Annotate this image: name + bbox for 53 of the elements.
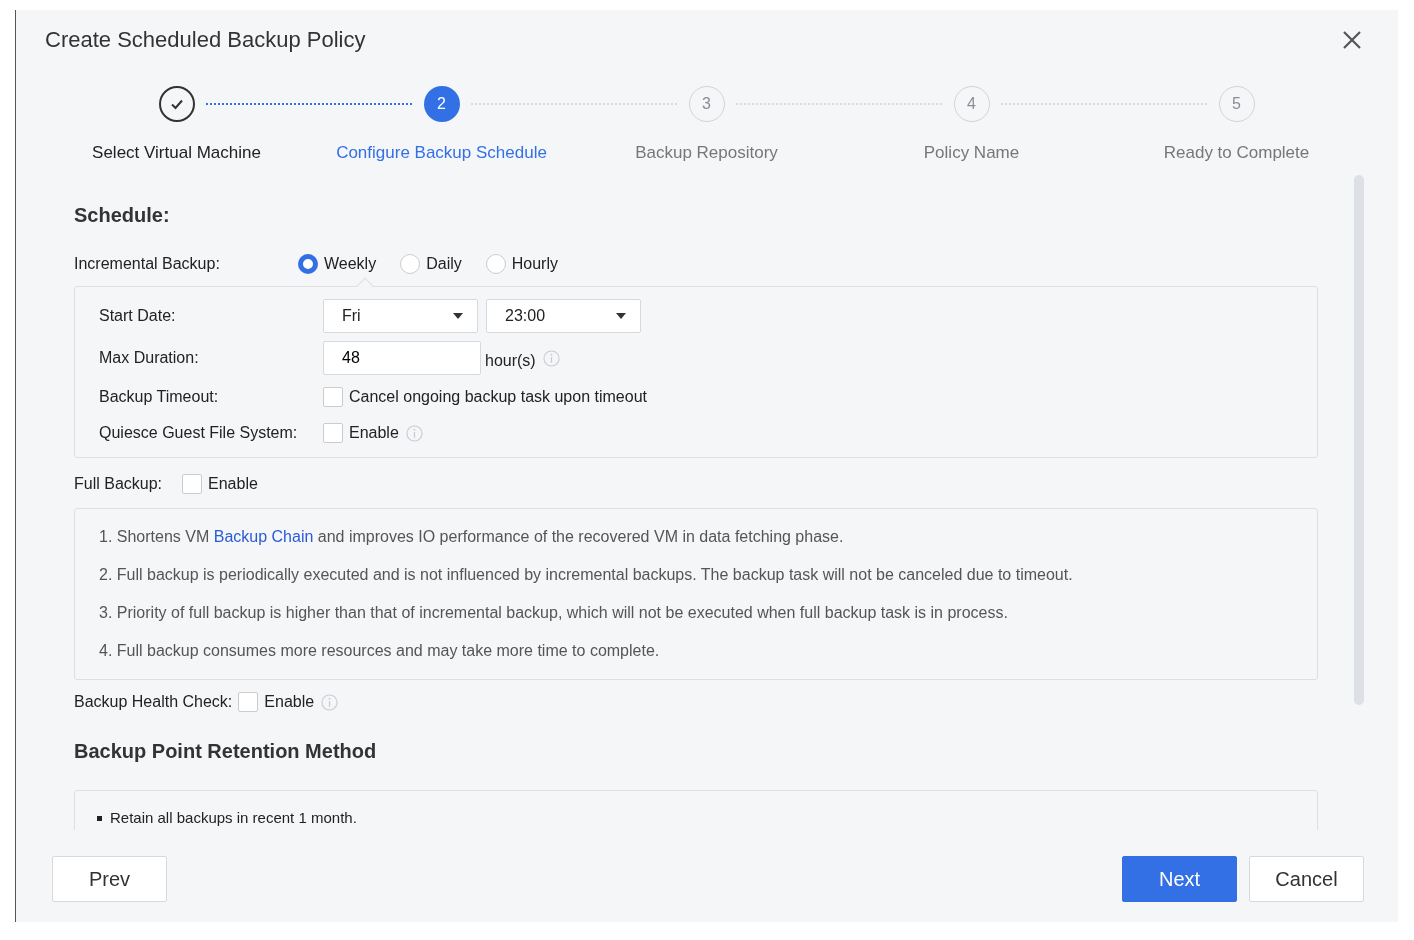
field-label: Backup Timeout: — [99, 387, 220, 407]
prev-button[interactable]: Prev — [52, 856, 167, 902]
checkbox-label[interactable]: Enable — [349, 421, 399, 445]
checkbox[interactable] — [323, 387, 343, 407]
unit-label: hour(s) — [485, 351, 536, 371]
checkbox-label[interactable]: Enable — [264, 690, 315, 714]
next-button[interactable]: Next — [1122, 856, 1237, 902]
step-number: 3 — [688, 86, 725, 122]
radio-label[interactable]: Weekly — [324, 252, 377, 276]
field-label: Quiesce Guest File System: — [99, 423, 299, 443]
info-icon — [405, 424, 423, 442]
note-text: 3. Priority of full backup is higher than that of incremental backup, which will not be executed when full backup task is in process. — [99, 603, 1009, 623]
radio-button[interactable] — [298, 254, 318, 274]
field-label: Full Backup: — [74, 474, 163, 494]
radio-button[interactable] — [400, 254, 421, 274]
checkbox[interactable] — [182, 474, 203, 494]
field-label: Max Duration: — [99, 348, 200, 368]
caret-icon — [453, 313, 463, 319]
checkbox-label[interactable]: Cancel ongoing backup task upon timeout — [349, 385, 647, 409]
dropdown[interactable]: 23:00 — [486, 299, 641, 333]
info-icon — [321, 693, 339, 711]
checkbox[interactable] — [323, 423, 343, 443]
link[interactable]: Backup Chain — [213, 528, 314, 545]
dropdown[interactable]: Fri — [323, 299, 478, 333]
step-label[interactable]: Select Virtual Machine — [92, 140, 261, 166]
section-heading: Schedule: — [74, 203, 171, 228]
info-icon — [542, 349, 560, 367]
dialog-title: Create Scheduled Backup Policy — [45, 26, 366, 54]
bullet-icon — [97, 815, 102, 821]
scrollbar[interactable] — [1354, 175, 1364, 705]
note-text: 2. Full backup is periodically executed and is not influenced by incremental backups. The backup task will not be canceled due to timeout. — [99, 565, 1074, 585]
field-label: Incremental Backup: — [74, 254, 221, 274]
step-label[interactable]: Ready to Complete — [1163, 140, 1310, 166]
number-field[interactable]: 48 — [323, 341, 481, 375]
note-text: 1. Shortens VM Backup Chain and improves IO performance of the recovered VM in data fetching phase. — [99, 527, 845, 547]
step-label[interactable]: Policy Name — [923, 140, 1020, 166]
step-number: 5 — [1218, 86, 1255, 122]
radio-button[interactable] — [485, 254, 506, 274]
step-label[interactable]: Backup Repository — [635, 140, 778, 166]
checkbox-label[interactable]: Enable — [208, 472, 258, 496]
step-label[interactable]: Configure Backup Schedule — [336, 140, 547, 166]
radio-label[interactable]: Hourly — [511, 252, 558, 276]
step-number: 2 — [423, 86, 460, 122]
field-label: Start Date: — [99, 306, 177, 326]
cancel-button[interactable]: Cancel — [1249, 856, 1364, 902]
radio-label[interactable]: Daily — [426, 252, 462, 276]
retention-text: Retain all backups in recent 1 month. — [110, 808, 357, 828]
step-number: 4 — [953, 86, 990, 122]
section-heading: Backup Point Retention Method — [74, 739, 378, 764]
note-text: 4. Full backup consumes more resources and may take more time to complete. — [99, 641, 661, 661]
field-label: Backup Health Check: — [74, 692, 233, 712]
caret-icon — [616, 313, 626, 319]
checkbox[interactable] — [238, 692, 259, 712]
